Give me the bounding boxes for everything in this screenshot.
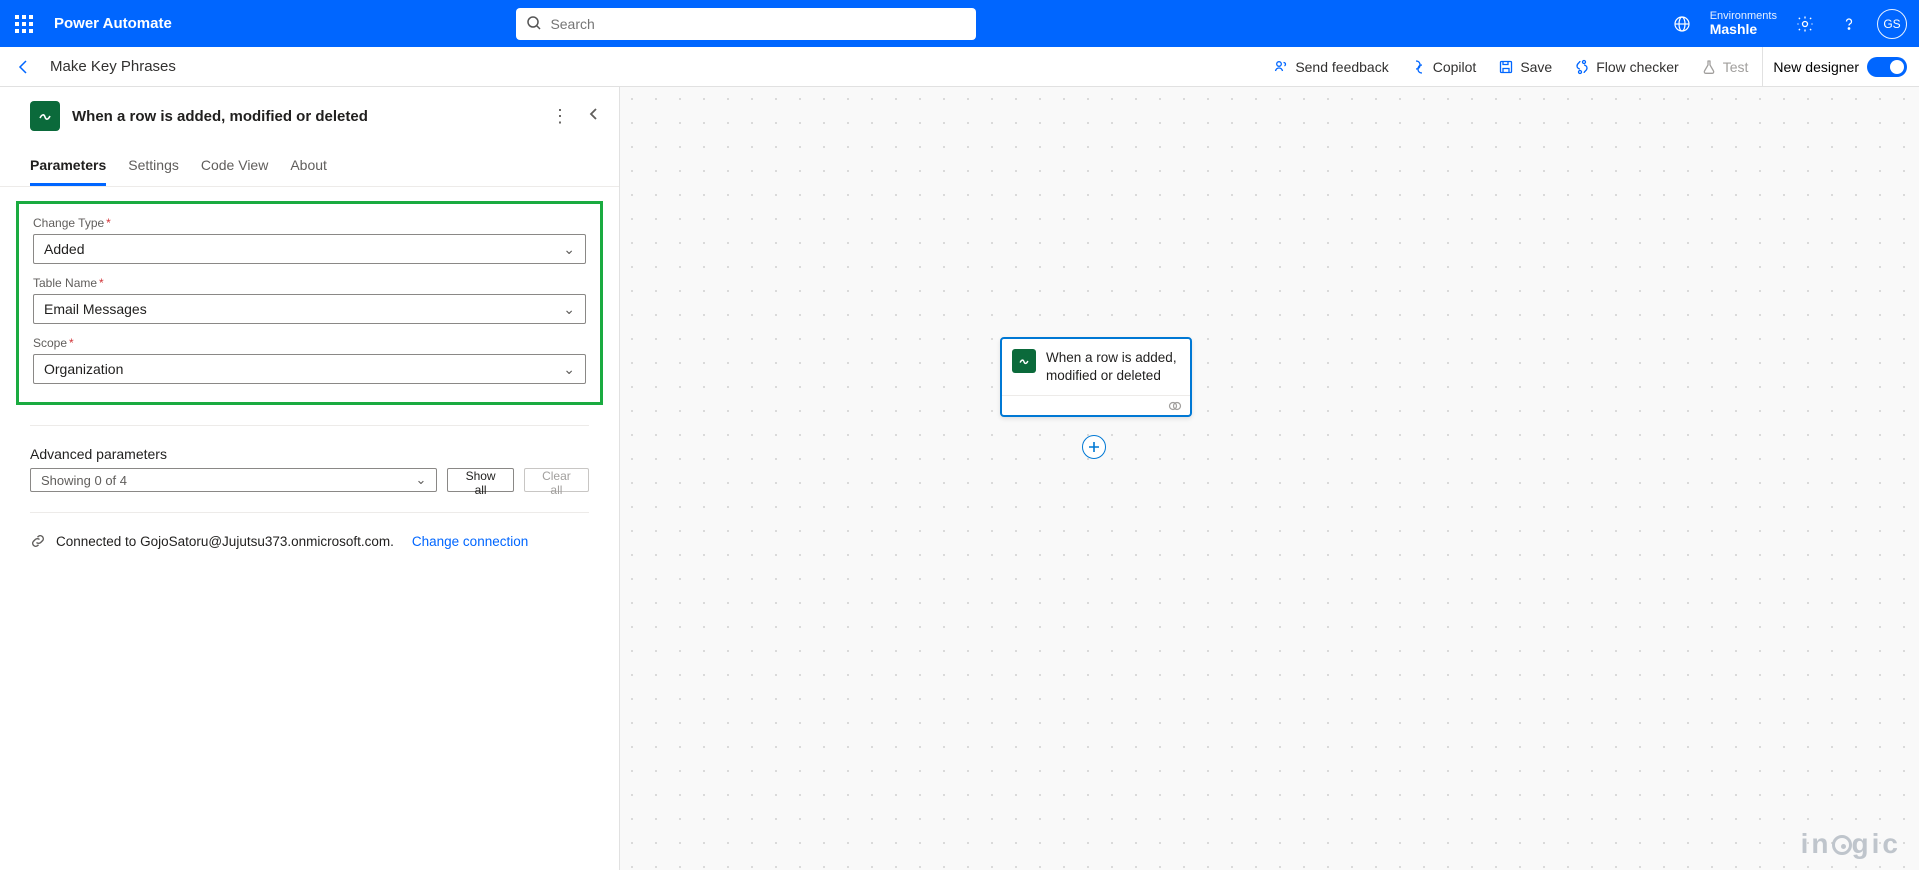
parameters-highlight-box: Change Type* Added ⌄ Table Name* Email M… [16, 201, 603, 405]
save-icon [1498, 59, 1514, 75]
show-all-button[interactable]: Show all [447, 468, 513, 492]
environment-text[interactable]: Environments Mashle [1710, 10, 1777, 37]
arrow-left-icon [15, 58, 33, 76]
save-button[interactable]: Save [1490, 55, 1560, 79]
change-type-select[interactable]: Added ⌄ [33, 234, 586, 264]
environment-picker[interactable] [1666, 8, 1698, 40]
change-type-label: Change Type* [33, 216, 586, 230]
tab-code-view[interactable]: Code View [201, 157, 268, 186]
tab-parameters[interactable]: Parameters [30, 157, 106, 186]
scope-select[interactable]: Organization ⌄ [33, 354, 586, 384]
trigger-node[interactable]: When a row is added, modified or deleted [1000, 337, 1192, 417]
dataverse-icon [1012, 349, 1036, 373]
search-icon [526, 15, 542, 31]
more-actions-button[interactable]: ⋮ [551, 107, 569, 125]
advanced-parameters-row: Showing 0 of 4 ⌄ Show all Clear all [0, 468, 619, 492]
copilot-label: Copilot [1433, 59, 1477, 75]
change-connection-link[interactable]: Change connection [412, 534, 528, 549]
settings-button[interactable] [1789, 8, 1821, 40]
new-designer-label: New designer [1773, 59, 1859, 75]
connection-row: Connected to GojoSatoru@Jujutsu373.onmic… [0, 533, 619, 549]
help-icon [1840, 15, 1858, 33]
toolbar-right: Send feedback Copilot Save Flow checker … [1265, 47, 1907, 87]
flow-name: Make Key Phrases [50, 58, 176, 75]
add-action-button[interactable] [1082, 435, 1106, 459]
advanced-parameters-select[interactable]: Showing 0 of 4 ⌄ [30, 468, 437, 492]
table-name-value: Email Messages [44, 301, 147, 317]
waffle-icon [15, 15, 33, 33]
scope-label: Scope* [33, 336, 586, 350]
divider [30, 512, 589, 513]
dataverse-icon [30, 101, 60, 131]
field-scope: Scope* Organization ⌄ [33, 336, 586, 384]
clear-all-button: Clear all [524, 468, 589, 492]
send-feedback-label: Send feedback [1295, 59, 1388, 75]
properties-panel: When a row is added, modified or deleted… [0, 87, 620, 870]
header-right: Environments Mashle GS [1666, 8, 1919, 40]
connection-indicator-icon [1168, 401, 1182, 411]
back-button[interactable] [12, 58, 36, 76]
table-name-select[interactable]: Email Messages ⌄ [33, 294, 586, 324]
search-container [516, 8, 976, 40]
connected-to-text: Connected to GojoSatoru@Jujutsu373.onmic… [56, 534, 394, 549]
panel-tabs: Parameters Settings Code View About [0, 137, 619, 187]
chevron-left-icon [587, 107, 601, 121]
feedback-icon [1273, 59, 1289, 75]
copilot-icon [1411, 59, 1427, 75]
sub-header: Make Key Phrases Send feedback Copilot S… [0, 47, 1919, 87]
panel-header-actions: ⋮ [551, 107, 601, 126]
tab-about[interactable]: About [290, 157, 327, 186]
advanced-parameters-label: Advanced parameters [0, 446, 619, 468]
environment-label: Environments [1710, 10, 1777, 22]
user-avatar[interactable]: GS [1877, 9, 1907, 39]
node-body: When a row is added, modified or deleted [1002, 339, 1190, 395]
flow-checker-button[interactable]: Flow checker [1566, 55, 1686, 79]
node-footer [1002, 395, 1190, 415]
field-table-name: Table Name* Email Messages ⌄ [33, 276, 586, 324]
flask-icon [1701, 59, 1717, 75]
app-launcher-button[interactable] [0, 15, 48, 33]
link-icon [30, 533, 46, 549]
environment-name: Mashle [1710, 22, 1777, 37]
chevron-down-icon: ⌄ [563, 241, 575, 258]
send-feedback-button[interactable]: Send feedback [1265, 55, 1396, 79]
chevron-down-icon: ⌄ [563, 301, 575, 318]
tab-settings[interactable]: Settings [128, 157, 179, 186]
trigger-title: When a row is added, modified or deleted [72, 108, 368, 125]
top-header: Power Automate Environments Mashle GS [0, 0, 1919, 47]
node-title: When a row is added, modified or deleted [1046, 349, 1180, 385]
scope-value: Organization [44, 361, 123, 377]
test-button[interactable]: Test [1693, 55, 1757, 79]
field-change-type: Change Type* Added ⌄ [33, 216, 586, 264]
change-type-value: Added [44, 241, 84, 257]
main-area: When a row is added, modified or deleted… [0, 87, 1919, 870]
new-designer-toggle-group: New designer [1762, 47, 1907, 87]
save-label: Save [1520, 59, 1552, 75]
gear-icon [1796, 15, 1814, 33]
help-button[interactable] [1833, 8, 1865, 40]
collapse-panel-button[interactable] [587, 107, 601, 126]
plus-icon [1088, 441, 1100, 453]
chevron-down-icon: ⌄ [415, 472, 426, 488]
flow-checker-label: Flow checker [1596, 59, 1678, 75]
chevron-down-icon: ⌄ [563, 361, 575, 378]
test-label: Test [1723, 59, 1749, 75]
panel-header: When a row is added, modified or deleted… [0, 101, 619, 137]
flow-canvas[interactable]: When a row is added, modified or deleted… [620, 87, 1919, 870]
globe-icon [1673, 15, 1691, 33]
advanced-showing-text: Showing 0 of 4 [41, 473, 127, 488]
copilot-button[interactable]: Copilot [1403, 55, 1485, 79]
new-designer-toggle[interactable] [1867, 57, 1907, 77]
search-input[interactable] [516, 8, 976, 40]
flow-checker-icon [1574, 59, 1590, 75]
table-name-label: Table Name* [33, 276, 586, 290]
divider [30, 425, 589, 426]
app-title: Power Automate [54, 15, 172, 32]
watermark: ingic [1801, 828, 1901, 860]
